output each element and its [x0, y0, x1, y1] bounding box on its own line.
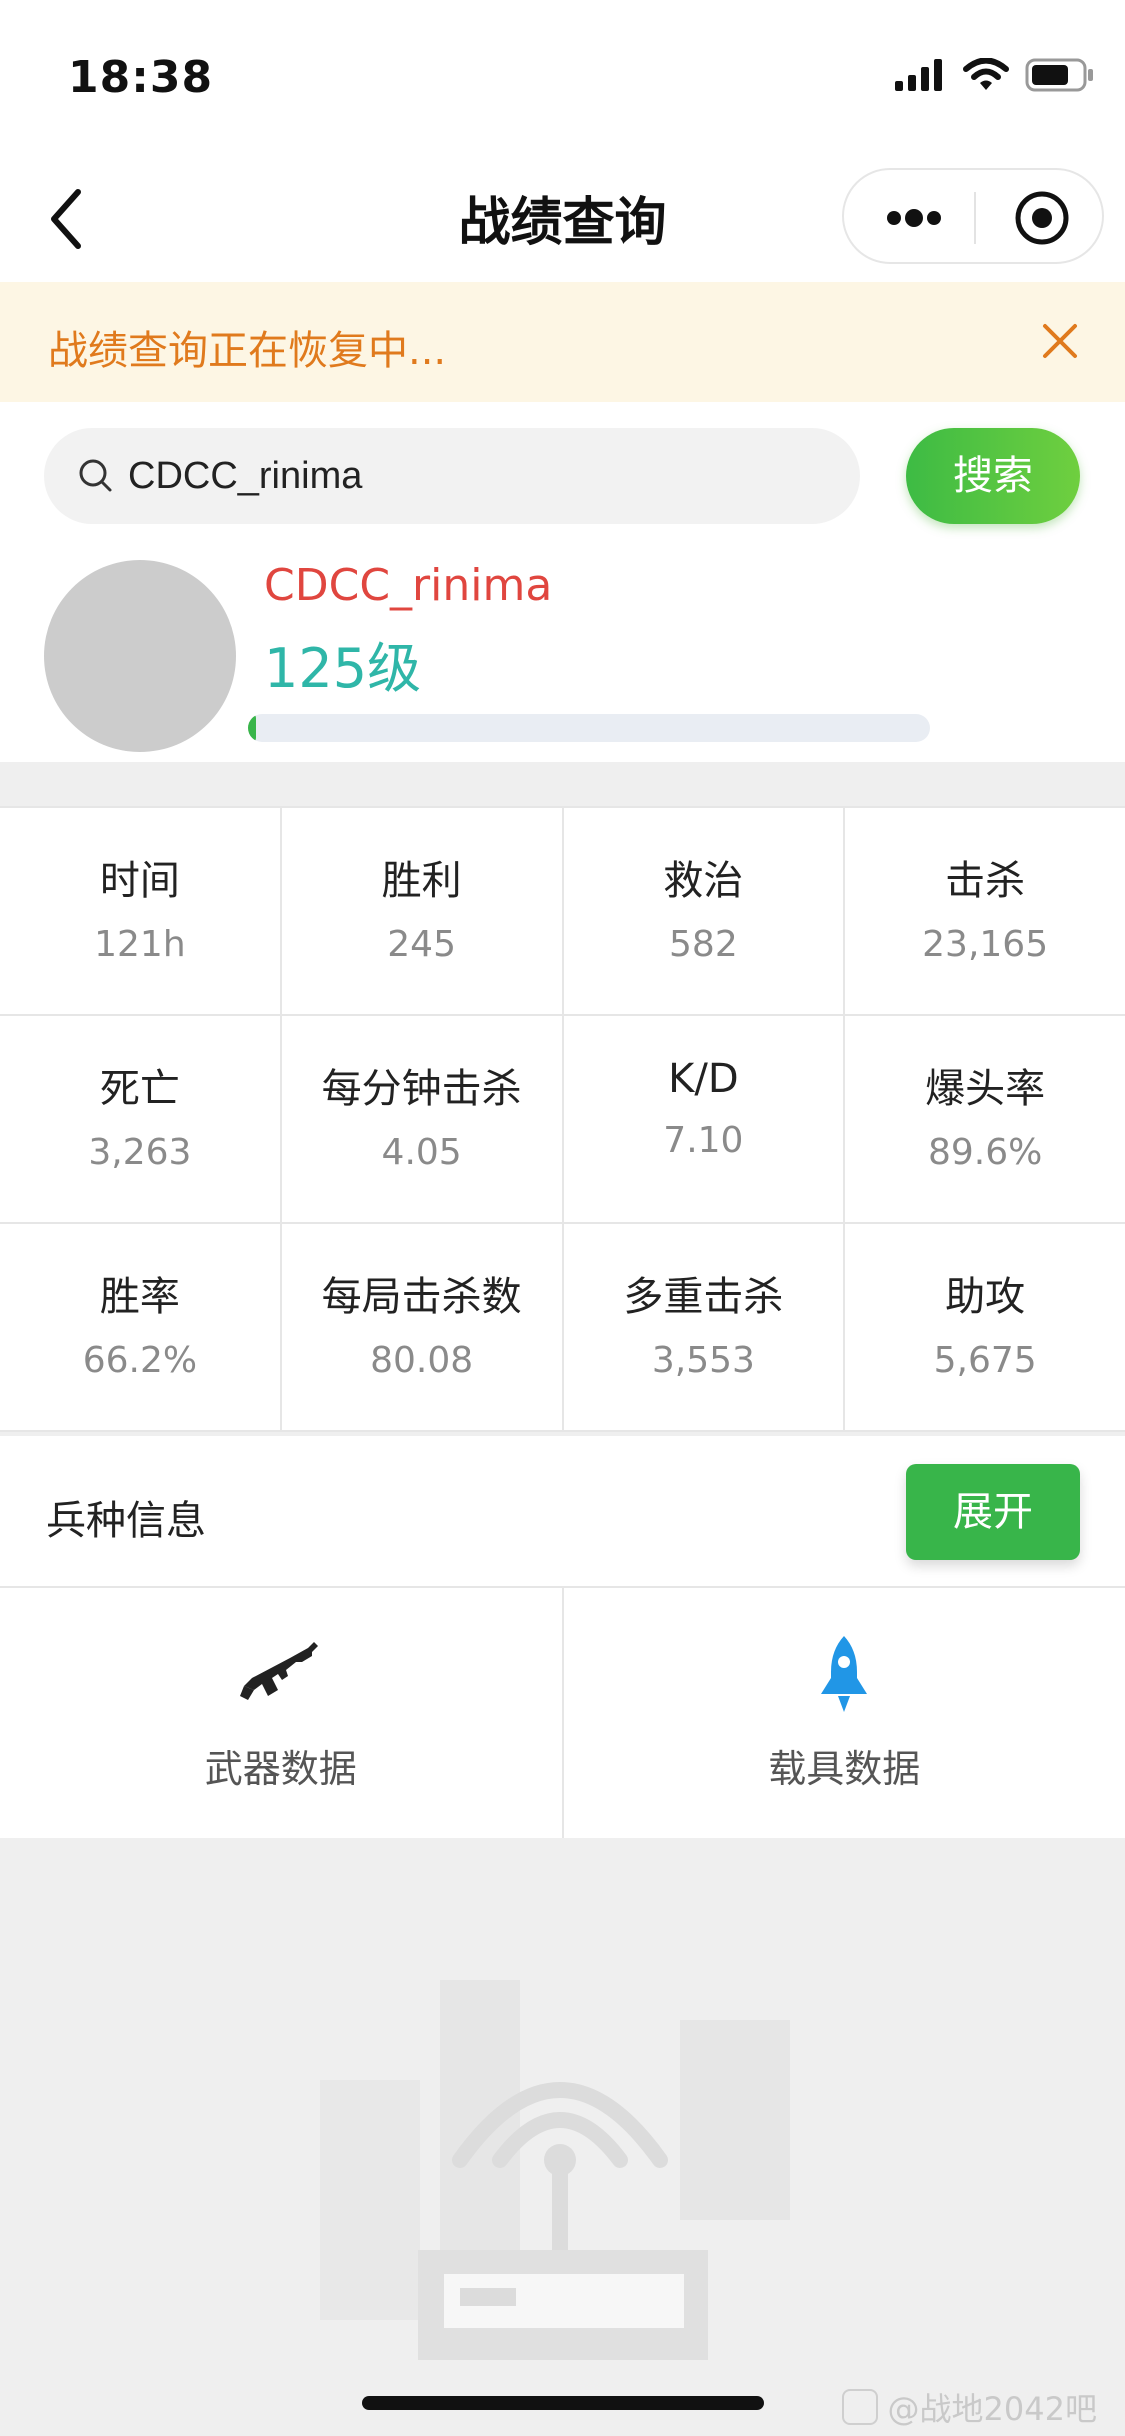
home-indicator: [362, 2396, 764, 2410]
miniprogram-capsule: [842, 168, 1104, 264]
stats-row: 胜率 66.2% 每局击杀数 80.08 多重击杀 3,553 助攻 5,675: [0, 1224, 1125, 1432]
target-icon: [1015, 191, 1069, 245]
stat-value: 7.10: [663, 1120, 744, 1161]
stat-value: 89.6%: [927, 1132, 1043, 1173]
stat-value: 582: [669, 924, 738, 965]
avatar: [44, 560, 236, 752]
expand-button[interactable]: 展开: [906, 1464, 1080, 1560]
stat-value: 3,263: [88, 1132, 192, 1173]
stat-label: 每局击杀数: [321, 1274, 522, 1320]
search-box: [44, 428, 860, 524]
stats-grid: 时间 121h 胜利 245 救治 582 击杀 23,165 死亡 3,263 每分钟击…: [0, 806, 1125, 1432]
weibo-icon: [841, 2389, 878, 2425]
stat-cell-win-rate: 胜率 66.2%: [0, 1224, 282, 1430]
stat-cell-multikills: 多重击杀 3,553: [564, 1224, 846, 1430]
notice-banner: 战绩查询正在恢复中...: [0, 282, 1125, 402]
stat-cell-headshot-rate: 爆头率 89.6%: [845, 1016, 1125, 1222]
stat-value: 121h: [94, 924, 186, 965]
stat-label: 助攻: [945, 1274, 1026, 1320]
watermark-text: @战地2042吧: [887, 2390, 1097, 2428]
stat-label: K/D: [668, 1056, 739, 1102]
vehicle-data-link[interactable]: 载具数据: [564, 1588, 1125, 1838]
player-level: 125级: [264, 637, 422, 700]
data-links: 武器数据 载具数据: [0, 1588, 1125, 1838]
more-button[interactable]: [884, 200, 944, 236]
wifi-icon: [963, 58, 1009, 90]
banner-text: 战绩查询正在恢复中...: [48, 328, 447, 374]
network-placeholder-illustration: [320, 1980, 790, 2360]
branch-info-section: 兵种信息 展开: [0, 1436, 1125, 1588]
level-progress-bar: [248, 714, 930, 742]
status-icons: [895, 58, 1095, 92]
stat-cell-deaths: 死亡 3,263: [0, 1016, 282, 1222]
rifle-icon: [239, 1642, 318, 1700]
signal-icon: [895, 59, 942, 91]
stat-label: 救治: [663, 858, 744, 904]
stat-label: 多重击杀: [623, 1274, 784, 1320]
capsule-divider: [974, 192, 976, 244]
stat-label: 爆头率: [925, 1066, 1046, 1112]
stat-value: 4.05: [381, 1132, 462, 1173]
rocket-icon: [821, 1636, 868, 1712]
stat-value: 23,165: [922, 924, 1049, 965]
battery-icon: [1025, 58, 1093, 92]
stats-row: 死亡 3,263 每分钟击杀 4.05 K/D 7.10 爆头率 89.6%: [0, 1016, 1125, 1224]
watermark: @战地2042吧: [841, 2384, 1097, 2430]
search-input[interactable]: [128, 428, 828, 524]
stat-cell-time: 时间 121h: [0, 808, 282, 1014]
more-dots-icon: [887, 209, 941, 227]
close-icon: [1043, 324, 1077, 358]
weapon-data-link[interactable]: 武器数据: [0, 1588, 564, 1838]
stat-label: 死亡: [99, 1066, 180, 1112]
search-icon: [79, 459, 112, 492]
stat-cell-revives: 救治 582: [564, 808, 846, 1014]
vehicle-data-label: 载具数据: [768, 1747, 921, 1791]
stat-value: 66.2%: [82, 1340, 198, 1381]
search-button[interactable]: 搜索: [906, 428, 1080, 524]
stat-label: 时间: [99, 858, 180, 904]
stat-value: 3,553: [651, 1340, 755, 1381]
stat-label: 胜率: [99, 1274, 180, 1320]
stat-cell-kd: K/D 7.10: [564, 1016, 846, 1222]
weapon-data-label: 武器数据: [204, 1747, 357, 1791]
banner-close-button[interactable]: [1035, 316, 1085, 366]
status-time: 18:38: [68, 52, 214, 103]
close-miniprogram-button[interactable]: [1014, 190, 1070, 246]
stat-cell-assists: 助攻 5,675: [845, 1224, 1125, 1430]
stat-value: 5,675: [933, 1340, 1037, 1381]
player-name: CDCC_rinima: [264, 560, 553, 611]
stats-row: 时间 121h 胜利 245 救治 582 击杀 23,165: [0, 808, 1125, 1016]
stat-value: 245: [387, 924, 456, 965]
stat-label: 每分钟击杀: [321, 1066, 522, 1112]
stat-value: 80.08: [370, 1340, 474, 1381]
stat-cell-kills: 击杀 23,165: [845, 808, 1125, 1014]
branch-info-label: 兵种信息: [46, 1498, 206, 1544]
stat-label: 胜利: [381, 858, 462, 904]
stat-label: 击杀: [945, 858, 1026, 904]
stat-cell-kpm: 每分钟击杀 4.05: [282, 1016, 564, 1222]
stat-cell-kills-per-match: 每局击杀数 80.08: [282, 1224, 564, 1430]
stat-cell-wins: 胜利 245: [282, 808, 564, 1014]
